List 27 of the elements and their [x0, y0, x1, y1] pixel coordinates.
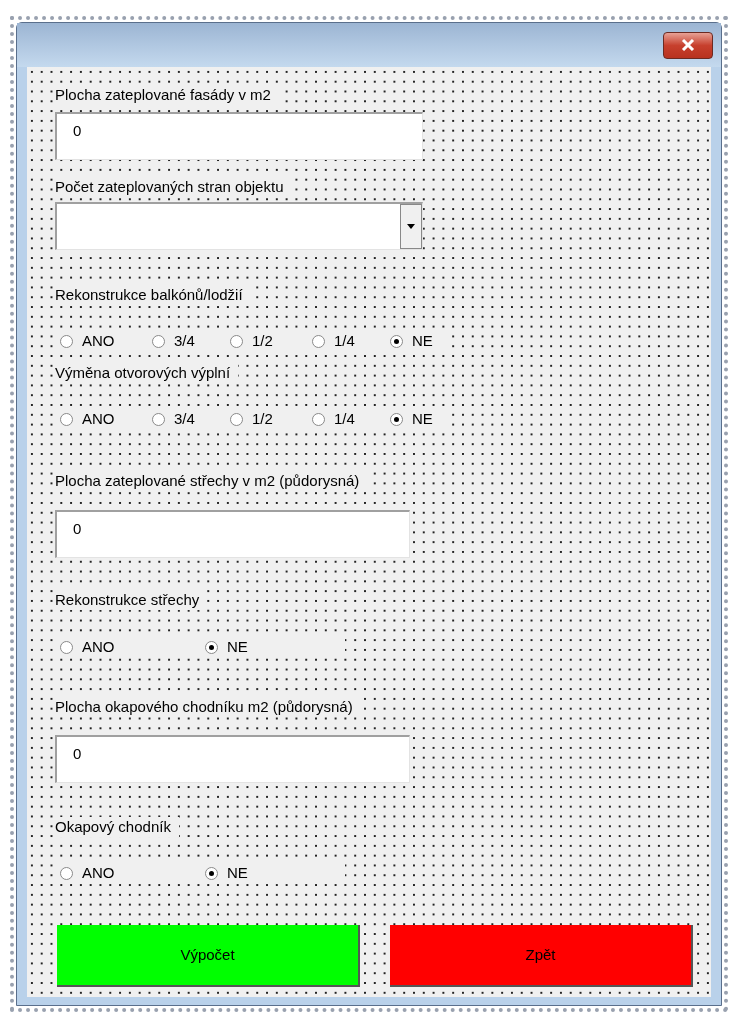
radio-button[interactable] — [60, 866, 73, 880]
dropdown-button[interactable] — [400, 204, 422, 249]
radio-button[interactable] — [312, 334, 325, 348]
field-label: Okapový chodník — [55, 817, 179, 837]
close-icon — [680, 39, 696, 51]
input-field[interactable]: 0 — [55, 510, 410, 558]
radio-button[interactable] — [60, 640, 73, 654]
dropdown-field[interactable] — [55, 202, 423, 250]
radio-button[interactable] — [205, 640, 218, 654]
input-field[interactable]: 0 — [55, 735, 410, 783]
radio-button[interactable] — [230, 412, 243, 426]
radio-button[interactable] — [312, 412, 325, 426]
close-button[interactable] — [663, 31, 713, 59]
input-field[interactable]: 0 — [55, 112, 423, 160]
radio-button[interactable] — [230, 334, 243, 348]
caret-icon — [407, 224, 415, 229]
radio-button[interactable] — [60, 334, 73, 348]
action-button[interactable]: Výpočet — [57, 925, 360, 987]
field-label: Výměna otvorových výplní — [55, 363, 239, 383]
field-label: Plocha zateplované střechy v m2 (půdorysná) — [55, 471, 368, 491]
radio-button[interactable] — [152, 412, 165, 426]
radio-button[interactable] — [205, 866, 218, 880]
radio-button[interactable] — [390, 334, 403, 348]
radio-button[interactable] — [60, 412, 73, 426]
radio-button[interactable] — [390, 412, 403, 426]
radio-button[interactable] — [152, 334, 165, 348]
action-button[interactable]: Zpět — [390, 925, 693, 987]
